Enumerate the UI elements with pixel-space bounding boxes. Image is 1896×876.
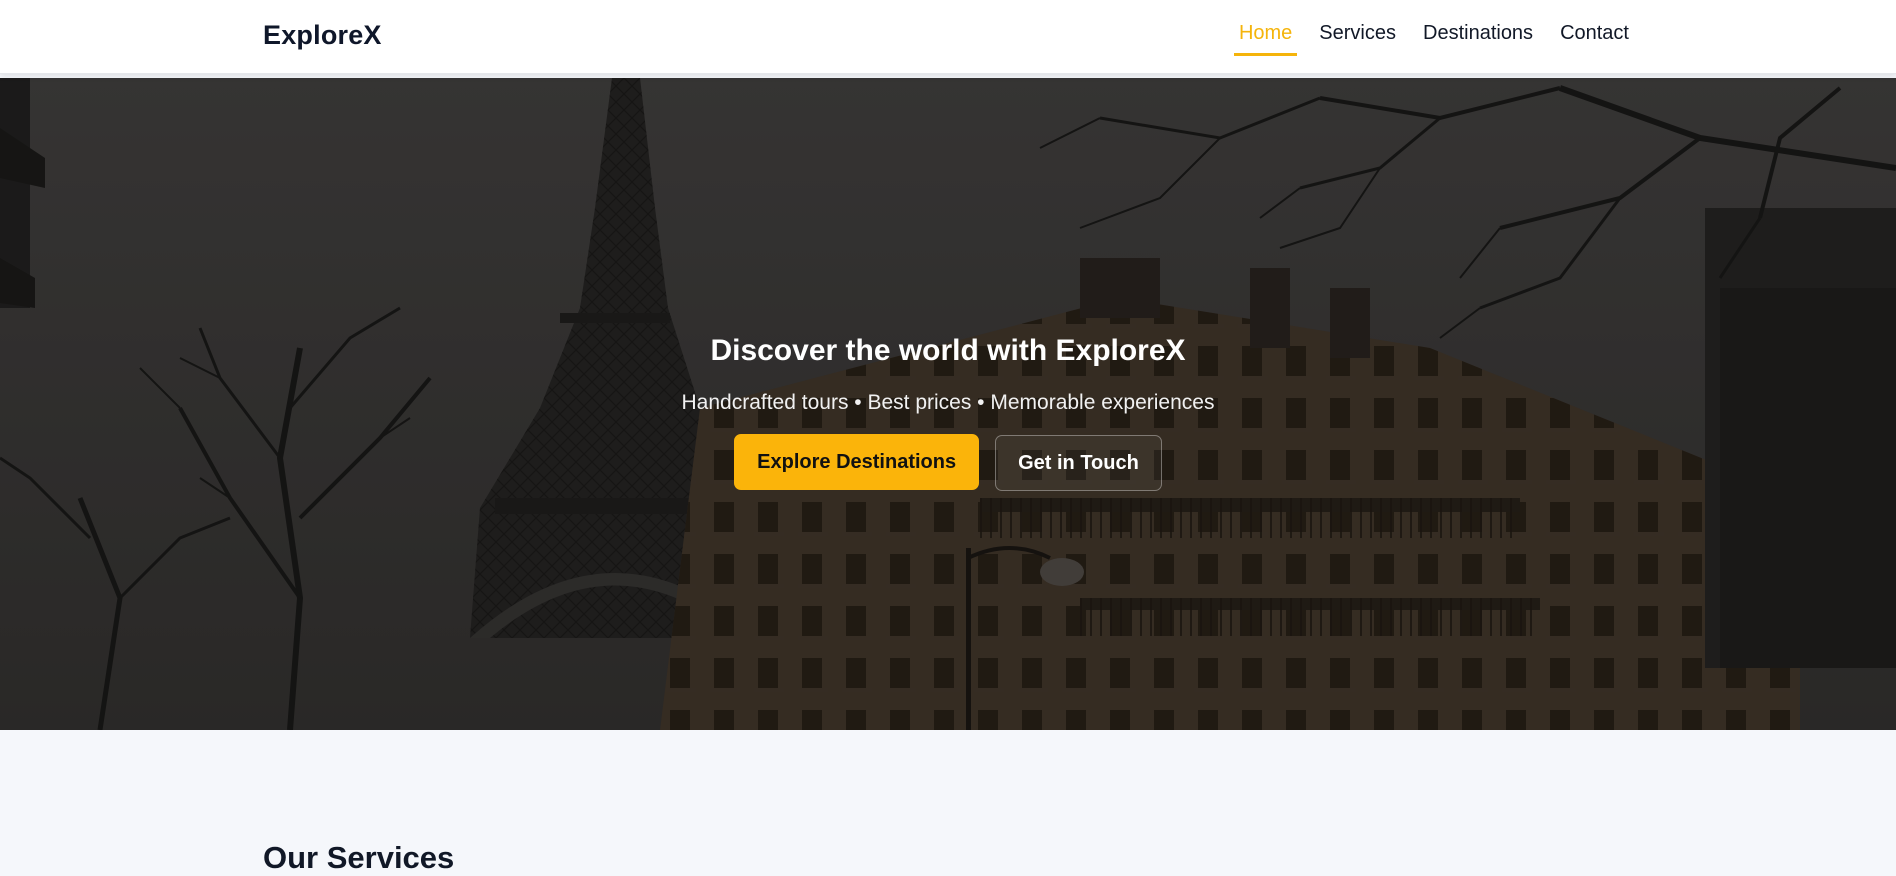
hero-title: Discover the world with ExploreX [710,334,1186,367]
site-header: ExploreX Home Services Destinations Cont… [0,0,1896,74]
nav-destinations-link[interactable]: Destinations [1418,22,1538,56]
hero-content: Discover the world with ExploreX Handcra… [0,331,1896,491]
nav-contact-link[interactable]: Contact [1555,22,1634,56]
explore-destinations-button[interactable]: Explore Destinations [734,434,980,490]
get-in-touch-button[interactable]: Get in Touch [995,435,1162,491]
hero-section: Discover the world with ExploreX Handcra… [0,78,1896,730]
brand-logo[interactable]: ExploreX [263,20,382,51]
services-section: Our Services [0,730,1896,875]
nav-services-link[interactable]: Services [1314,22,1401,56]
services-title: Our Services [263,840,455,875]
main-nav: Home Services Destinations Contact [1217,22,1634,56]
hero-actions: Explore Destinations Get in Touch [0,434,1896,491]
nav-home-link[interactable]: Home [1233,22,1298,56]
hero-subtitle: Handcrafted tours • Best prices • Memora… [681,391,1215,414]
